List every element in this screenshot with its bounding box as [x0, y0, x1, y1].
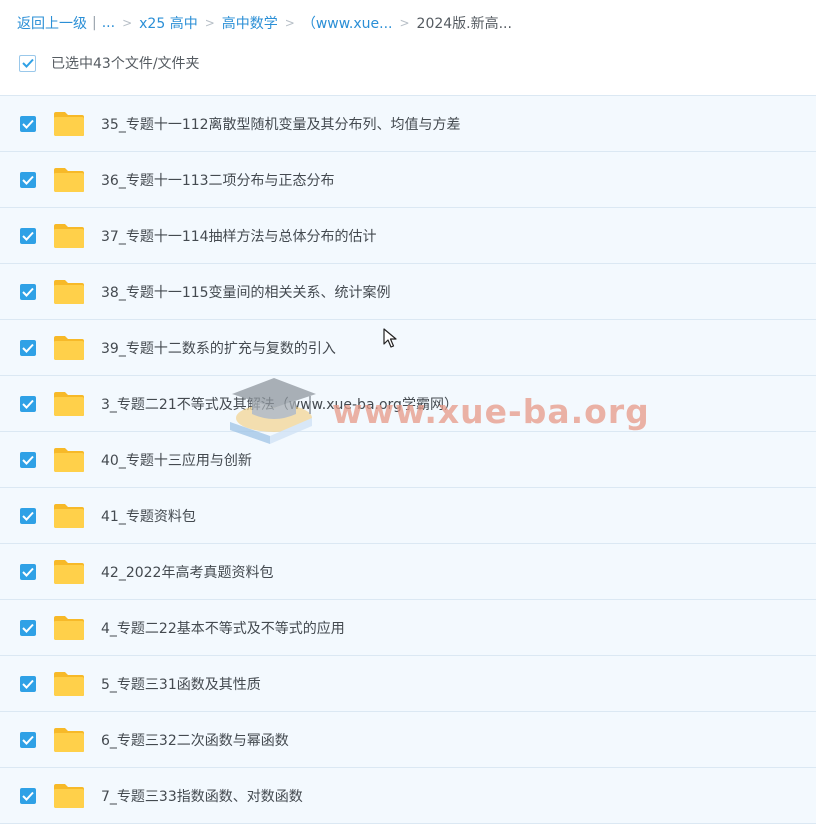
breadcrumb-separator: > [204, 16, 215, 30]
file-row[interactable]: 35_专题十一112离散型随机变量及其分布列、均值与方差 [0, 96, 816, 152]
check-icon [22, 735, 34, 745]
row-checkbox[interactable] [20, 619, 36, 636]
check-icon [22, 511, 34, 521]
row-checkbox[interactable] [20, 283, 36, 300]
select-all-checkbox[interactable] [19, 54, 36, 72]
folder-icon [54, 167, 84, 192]
breadcrumb-separator: > [122, 16, 133, 30]
folder-icon [54, 279, 84, 304]
file-name[interactable]: 38_专题十一115变量间的相关关系、统计案例 [101, 282, 391, 302]
row-checkbox[interactable] [20, 507, 36, 524]
mouse-pointer-icon [383, 328, 397, 348]
file-row[interactable]: 40_专题十三应用与创新 [0, 432, 816, 488]
file-row[interactable]: 36_专题十一113二项分布与正态分布 [0, 152, 816, 208]
file-name[interactable]: 40_专题十三应用与创新 [101, 450, 252, 470]
check-icon [22, 791, 34, 801]
file-name[interactable]: 5_专题三31函数及其性质 [101, 674, 261, 694]
folder-icon [54, 111, 84, 136]
row-checkbox[interactable] [20, 563, 36, 580]
check-icon [22, 343, 34, 353]
check-icon [22, 567, 34, 577]
folder-icon [54, 335, 84, 360]
file-name[interactable]: 6_专题三32二次函数与幂函数 [101, 730, 289, 750]
row-checkbox[interactable] [20, 451, 36, 468]
check-icon [22, 399, 34, 409]
file-row[interactable]: 42_2022年高考真题资料包 [0, 544, 816, 600]
file-row[interactable]: 7_专题三33指数函数、对数函数 [0, 768, 816, 824]
row-checkbox[interactable] [20, 787, 36, 804]
breadcrumb-ellipsis[interactable]: ... [102, 15, 115, 31]
check-icon [22, 455, 34, 465]
selection-count-label: 已选中43个文件/文件夹 [51, 56, 200, 72]
row-checkbox[interactable] [20, 395, 36, 412]
file-name[interactable]: 42_2022年高考真题资料包 [101, 562, 273, 582]
breadcrumb-item[interactable]: x25 高中 [139, 13, 198, 33]
file-row[interactable]: 3_专题二21不等式及其解法（www.xue-ba.org学霸网） [0, 376, 816, 432]
file-name[interactable]: 7_专题三33指数函数、对数函数 [101, 786, 303, 806]
folder-icon [54, 391, 84, 416]
folder-icon [54, 559, 84, 584]
file-row[interactable]: 37_专题十一114抽样方法与总体分布的估计 [0, 208, 816, 264]
file-name[interactable]: 39_专题十二数系的扩充与复数的引入 [101, 338, 336, 358]
breadcrumb-item[interactable]: 高中数学 [222, 13, 278, 33]
row-checkbox[interactable] [20, 339, 36, 356]
breadcrumb-current: 2024版.新高... [416, 16, 512, 32]
file-name[interactable]: 3_专题二21不等式及其解法（www.xue-ba.org学霸网） [101, 394, 458, 414]
file-row[interactable]: 5_专题三31函数及其性质 [0, 656, 816, 712]
breadcrumb-separator: > [284, 16, 295, 30]
check-icon [22, 175, 34, 185]
row-checkbox[interactable] [20, 675, 36, 692]
file-name[interactable]: 35_专题十一112离散型随机变量及其分布列、均值与方差 [101, 114, 461, 134]
row-checkbox[interactable] [20, 115, 36, 132]
folder-icon [54, 783, 84, 808]
file-name[interactable]: 41_专题资料包 [101, 506, 196, 526]
folder-icon [54, 671, 84, 696]
breadcrumb-separator: > [399, 16, 410, 30]
select-all-bar: 已选中43个文件/文件夹 [19, 52, 200, 74]
check-icon [22, 287, 34, 297]
check-icon [22, 119, 34, 129]
breadcrumb-divider: | [92, 15, 97, 31]
file-row[interactable]: 41_专题资料包 [0, 488, 816, 544]
row-checkbox[interactable] [20, 731, 36, 748]
row-checkbox[interactable] [20, 227, 36, 244]
folder-icon [54, 223, 84, 248]
folder-icon [54, 447, 84, 472]
file-list: 35_专题十一112离散型随机变量及其分布列、均值与方差 36_专题十一113二项… [0, 95, 816, 824]
file-row[interactable]: 6_专题三32二次函数与幂函数 [0, 712, 816, 768]
file-name[interactable]: 37_专题十一114抽样方法与总体分布的估计 [101, 226, 377, 246]
folder-icon [54, 615, 84, 640]
file-row[interactable]: 4_专题二22基本不等式及不等式的应用 [0, 600, 816, 656]
check-icon [22, 679, 34, 689]
file-row[interactable]: 38_专题十一115变量间的相关关系、统计案例 [0, 264, 816, 320]
folder-icon [54, 727, 84, 752]
check-icon [21, 58, 34, 68]
file-name[interactable]: 4_专题二22基本不等式及不等式的应用 [101, 618, 345, 638]
breadcrumb-back-link[interactable]: 返回上一级 [17, 13, 87, 33]
folder-icon [54, 503, 84, 528]
file-row[interactable]: 39_专题十二数系的扩充与复数的引入 [0, 320, 816, 376]
check-icon [22, 231, 34, 241]
file-browser: 返回上一级 | ... > x25 高中 > 高中数学 > （www.xue..… [0, 0, 816, 830]
check-icon [22, 623, 34, 633]
breadcrumb: 返回上一级 | ... > x25 高中 > 高中数学 > （www.xue..… [17, 12, 512, 34]
breadcrumb-item[interactable]: （www.xue... [302, 13, 393, 33]
row-checkbox[interactable] [20, 171, 36, 188]
file-name[interactable]: 36_专题十一113二项分布与正态分布 [101, 170, 335, 190]
